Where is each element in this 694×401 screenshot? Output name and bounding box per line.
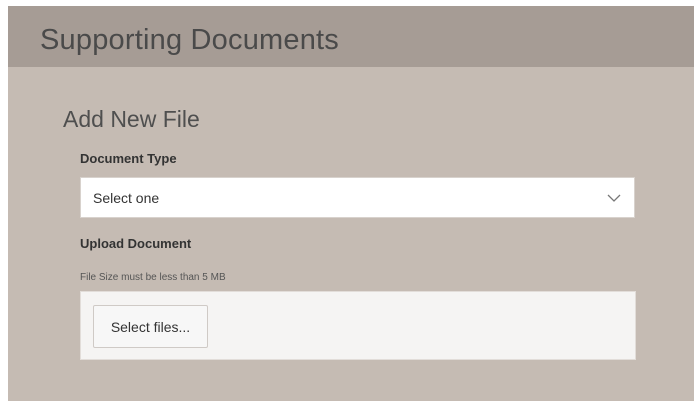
section-title: Add New File (63, 106, 200, 132)
document-type-label: Document Type (80, 151, 177, 166)
page-title: Supporting Documents (40, 24, 339, 56)
file-size-hint: File Size must be less than 5 MB (80, 272, 226, 283)
page-header: Supporting Documents (8, 6, 694, 67)
document-type-select[interactable]: Select one (80, 177, 635, 218)
file-upload-dropzone[interactable]: Select files... (80, 291, 636, 360)
supporting-documents-panel: Supporting Documents Add New File Docume… (8, 6, 694, 401)
document-type-selected-value: Select one (93, 190, 160, 206)
chevron-down-icon (607, 194, 621, 202)
select-files-button[interactable]: Select files... (93, 305, 208, 348)
upload-document-label: Upload Document (80, 236, 192, 251)
